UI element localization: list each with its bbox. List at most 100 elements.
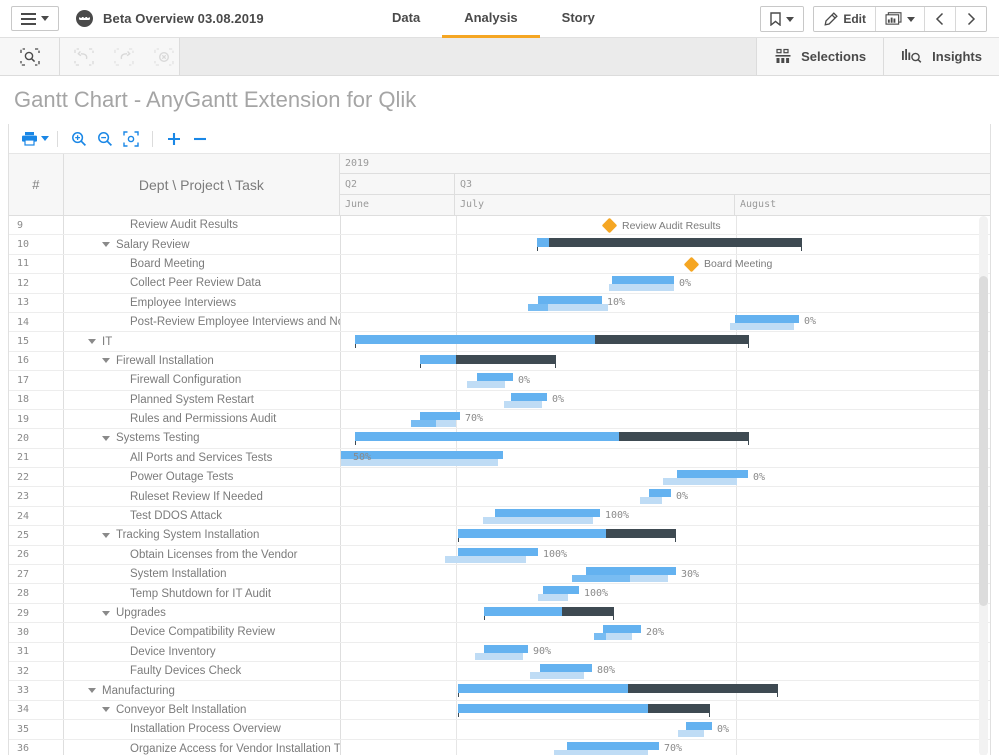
table-row[interactable]: 17 Firewall Configuration 0% (9, 371, 990, 391)
step-forward-icon[interactable] (114, 47, 134, 66)
row-task-name[interactable]: Conveyor Belt Installation (64, 700, 341, 720)
row-timeline[interactable]: 90% (341, 642, 990, 661)
row-task-name[interactable]: All Ports and Services Tests (64, 448, 341, 468)
baseline-bar[interactable] (467, 381, 505, 389)
selections-button[interactable]: Selections (756, 38, 884, 75)
task-bar[interactable] (612, 276, 674, 285)
expand-all-button[interactable] (161, 128, 187, 150)
tab-story[interactable]: Story (540, 0, 617, 38)
table-row[interactable]: 13 Employee Interviews 10% (9, 293, 990, 313)
row-timeline[interactable]: Review Audit Results (341, 216, 990, 235)
row-task-name[interactable]: Board Meeting (64, 254, 341, 274)
row-timeline[interactable] (341, 351, 990, 371)
summary-bar[interactable] (484, 606, 614, 620)
sheet-selector-button[interactable] (876, 7, 924, 31)
row-task-name[interactable]: Organize Access for Vendor Installation … (64, 739, 341, 755)
table-row[interactable]: 19 Rules and Permissions Audit 70% (9, 409, 990, 430)
summary-bar[interactable] (355, 335, 749, 349)
main-menu-button[interactable] (11, 6, 59, 31)
row-task-name[interactable]: Temp Shutdown for IT Audit (64, 584, 341, 603)
table-row[interactable]: 28 Temp Shutdown for IT Audit 100% (9, 584, 990, 604)
baseline-bar[interactable] (530, 671, 584, 679)
summary-bar[interactable] (458, 703, 710, 717)
zoom-out-button[interactable] (92, 128, 118, 150)
next-sheet-button[interactable] (956, 7, 986, 31)
row-task-name[interactable]: Device Compatibility Review (64, 623, 341, 642)
clear-selections-icon[interactable] (154, 47, 174, 66)
row-timeline[interactable]: 70% (341, 739, 990, 755)
collapse-all-button[interactable] (187, 128, 213, 150)
table-row[interactable]: 30 Device Compatibility Review 20% (9, 623, 990, 643)
row-task-name[interactable]: Review Audit Results (64, 216, 341, 235)
table-row[interactable]: 14 Post-Review Employee Interviews and No… (9, 312, 990, 333)
table-row[interactable]: 29 Upgrades (9, 603, 990, 624)
row-timeline[interactable] (341, 332, 990, 351)
row-task-name[interactable]: Faulty Devices Check (64, 661, 341, 681)
table-row[interactable]: 27 System Installation 30% (9, 565, 990, 585)
row-task-name[interactable]: Power Outage Tests (64, 468, 341, 487)
table-row[interactable]: 35 Installation Process Overview 0% (9, 720, 990, 740)
table-row[interactable]: 23 Ruleset Review If Needed 0% (9, 487, 990, 507)
baseline-bar[interactable] (411, 419, 456, 427)
selection-search-icon[interactable] (19, 47, 40, 66)
row-timeline[interactable]: 80% (341, 661, 990, 681)
row-timeline[interactable]: 100% (341, 506, 990, 526)
collapse-toggle-icon[interactable] (102, 532, 110, 538)
vertical-scrollbar[interactable] (979, 216, 988, 755)
table-row[interactable]: 22 Power Outage Tests 0% (9, 468, 990, 488)
task-bar[interactable] (477, 373, 513, 382)
row-timeline[interactable] (341, 235, 990, 254)
table-row[interactable]: 21 All Ports and Services Tests 50% (9, 448, 990, 469)
task-bar[interactable] (540, 663, 592, 672)
row-timeline[interactable]: 0% (341, 720, 990, 739)
collapse-toggle-icon[interactable] (102, 242, 110, 248)
row-timeline[interactable] (341, 700, 990, 720)
row-task-name[interactable]: Manufacturing (64, 681, 341, 700)
milestone-marker[interactable] (683, 256, 700, 273)
insights-button[interactable]: Insights (883, 38, 999, 75)
table-row[interactable]: 18 Planned System Restart 0% (9, 390, 990, 410)
row-task-name[interactable]: Rules and Permissions Audit (64, 409, 341, 429)
row-task-name[interactable]: Systems Testing (64, 429, 341, 448)
baseline-bar[interactable] (594, 633, 632, 641)
row-task-name[interactable]: Ruleset Review If Needed (64, 487, 341, 506)
row-timeline[interactable]: 0% (341, 274, 990, 293)
task-bar[interactable] (586, 567, 676, 576)
vertical-scrollbar-thumb[interactable] (979, 276, 988, 606)
task-bar[interactable] (735, 314, 799, 323)
row-task-name[interactable]: Test DDOS Attack (64, 506, 341, 526)
task-bar[interactable] (420, 411, 460, 420)
row-timeline[interactable] (341, 681, 990, 700)
row-task-name[interactable]: Employee Interviews (64, 293, 341, 312)
row-timeline[interactable]: Board Meeting (341, 254, 990, 274)
table-row[interactable]: 11 Board Meeting Board Meeting (9, 254, 990, 275)
baseline-bar[interactable] (538, 594, 568, 602)
table-row[interactable]: 34 Conveyor Belt Installation (9, 700, 990, 721)
bookmarks-button[interactable] (761, 7, 804, 31)
collapse-toggle-icon[interactable] (102, 610, 110, 616)
task-bar[interactable] (686, 722, 712, 731)
row-timeline[interactable]: 10% (341, 293, 990, 312)
tab-analysis[interactable]: Analysis (442, 0, 540, 38)
task-bar[interactable] (543, 586, 579, 595)
collapse-toggle-icon[interactable] (102, 435, 110, 441)
table-row[interactable]: 15 IT (9, 332, 990, 352)
task-bar[interactable] (495, 508, 600, 517)
task-bar[interactable] (458, 547, 538, 556)
row-timeline[interactable]: 0% (341, 371, 990, 390)
row-task-name[interactable]: Firewall Installation (64, 351, 341, 371)
task-bar[interactable] (484, 644, 528, 653)
row-task-name[interactable]: Installation Process Overview (64, 720, 341, 739)
row-task-name[interactable]: Device Inventory (64, 642, 341, 661)
baseline-bar[interactable] (554, 749, 648, 755)
row-task-name[interactable]: IT (64, 332, 341, 351)
baseline-bar[interactable] (504, 400, 542, 408)
table-row[interactable]: 9 Review Audit Results Review Audit Result… (9, 216, 990, 236)
table-row[interactable]: 20 Systems Testing (9, 429, 990, 449)
row-timeline[interactable]: 50% (341, 448, 990, 468)
baseline-bar[interactable] (572, 575, 668, 583)
edit-button[interactable]: Edit (814, 7, 875, 31)
row-timeline[interactable]: 70% (341, 409, 990, 429)
row-timeline[interactable]: 0% (341, 312, 990, 332)
milestone-marker[interactable] (601, 217, 618, 234)
